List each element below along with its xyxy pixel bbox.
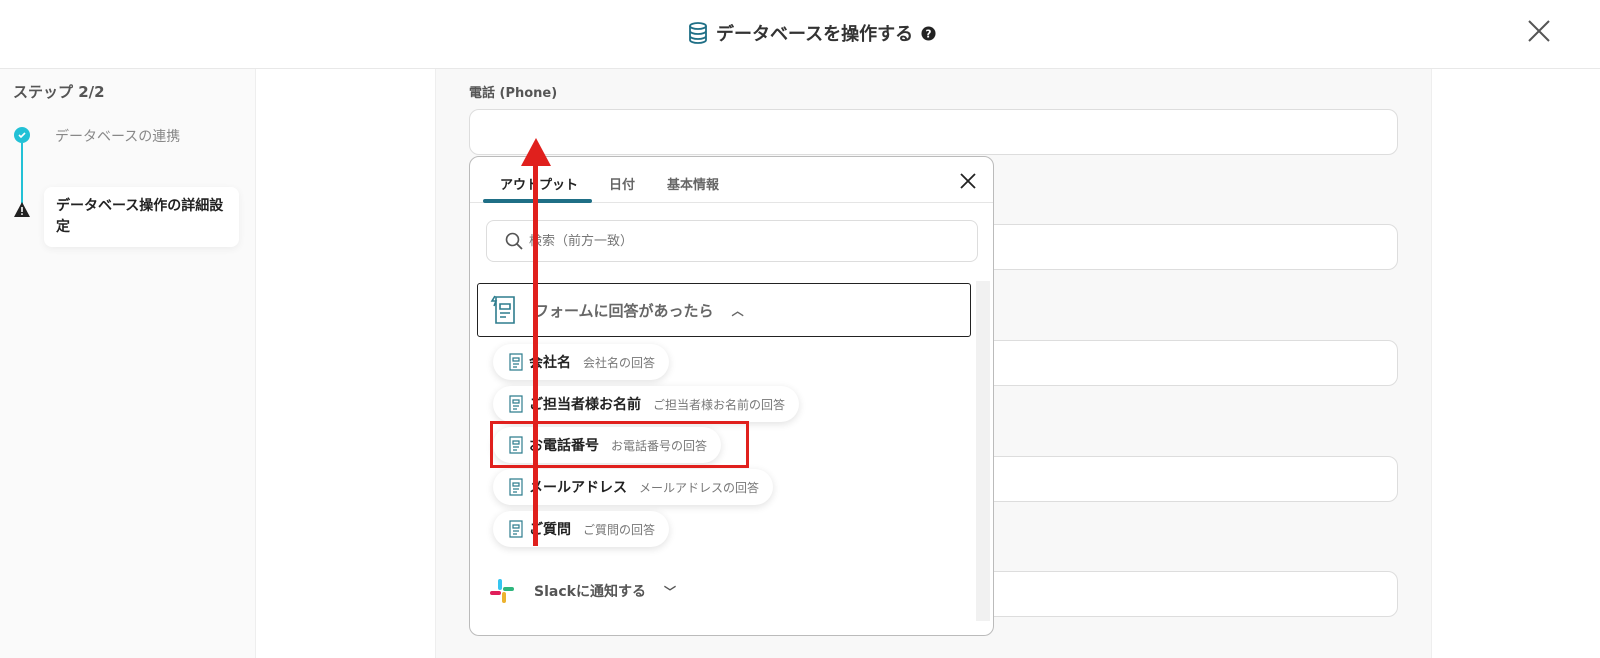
question-circle-icon[interactable]: ?	[921, 25, 936, 41]
item-desc: 会社名の回答	[583, 355, 656, 370]
close-icon[interactable]	[960, 173, 976, 189]
search-box[interactable]	[486, 220, 978, 262]
group-slack[interactable]: Slackに通知する ﹀	[488, 577, 676, 605]
title-text: データベースを操作する	[716, 24, 914, 45]
phone-input[interactable]	[469, 109, 1398, 155]
search-input[interactable]	[529, 233, 929, 249]
check-circle-icon	[14, 127, 30, 143]
chevron-up-icon: ︿	[731, 303, 744, 318]
svg-text:?: ?	[926, 28, 932, 40]
chevron-down-icon: ﹀	[663, 584, 676, 599]
item-desc: ご質問の回答	[583, 522, 656, 537]
warning-icon	[14, 202, 30, 217]
step-item-2[interactable]: データベース操作の詳細設定	[44, 187, 239, 247]
phone-field-label: 電話 (Phone)	[469, 86, 558, 101]
item-desc: ご担当者様お名前の回答	[653, 397, 786, 412]
form-icon	[490, 295, 515, 324]
tab-date[interactable]: 日付	[609, 174, 635, 193]
database-icon	[689, 22, 707, 44]
step-item-1[interactable]: データベースの連携	[55, 126, 180, 146]
sidebar: ステップ 2/2 データベースの連携 データベース操作の詳細設定	[0, 69, 256, 658]
group-label: Slackに通知する	[534, 584, 646, 600]
arrow-annotation	[521, 138, 551, 546]
scrollbar[interactable]	[976, 281, 990, 621]
slack-icon	[490, 579, 514, 603]
header: データベースを操作する ?	[0, 0, 1600, 69]
group-label: フォームに回答があったら	[534, 301, 714, 320]
item-desc: メールアドレスの回答	[639, 480, 760, 495]
tab-basic-info[interactable]: 基本情報	[667, 174, 719, 193]
close-icon[interactable]	[1526, 18, 1552, 44]
step-heading: ステップ 2/2	[13, 83, 105, 101]
page-title: データベースを操作する ?	[688, 20, 936, 46]
step-connector	[21, 143, 23, 205]
